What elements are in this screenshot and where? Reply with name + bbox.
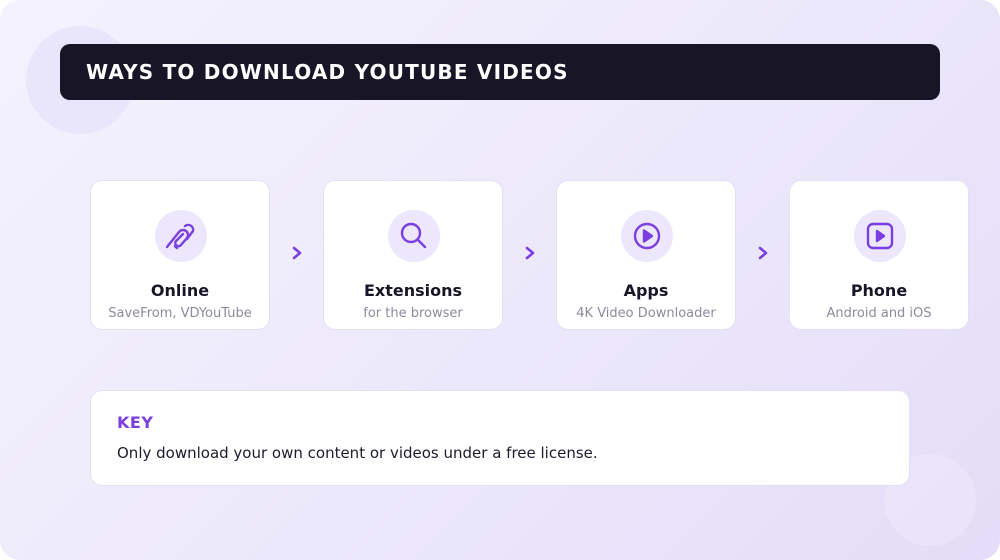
step-card-apps: Apps 4K Video Downloader <box>556 180 736 330</box>
key-note-card: KEY Only download your own content or vi… <box>90 390 910 486</box>
step-title: Extensions <box>363 281 463 300</box>
page-title: WAYS TO DOWNLOAD YOUTUBE VIDEOS <box>86 60 569 84</box>
search-icon <box>388 210 440 262</box>
chevron-right-icon <box>758 246 768 260</box>
link-icon <box>155 210 207 262</box>
play-square-icon <box>854 210 906 262</box>
step-card-phone: Phone Android and iOS <box>789 180 969 330</box>
step-card-extensions: Extensions for the browser <box>323 180 503 330</box>
chevron-right-icon <box>292 246 302 260</box>
key-text: Only download your own content or videos… <box>117 444 598 462</box>
step-subtitle: Android and iOS <box>826 306 932 321</box>
key-title: KEY <box>117 413 154 432</box>
diagram-canvas: WAYS TO DOWNLOAD YOUTUBE VIDEOS Online S… <box>0 0 1000 560</box>
step-title: Online <box>150 281 210 300</box>
step-subtitle: 4K Video Downloader <box>576 306 716 321</box>
step-card-online: Online SaveFrom, VDYouTube <box>90 180 270 330</box>
play-circle-icon <box>621 210 673 262</box>
step-title: Phone <box>850 281 908 300</box>
step-subtitle: SaveFrom, VDYouTube <box>108 306 252 321</box>
chevron-right-icon <box>525 246 535 260</box>
step-subtitle: for the browser <box>363 306 463 321</box>
step-title: Apps <box>623 281 669 300</box>
header-bar: WAYS TO DOWNLOAD YOUTUBE VIDEOS <box>60 44 940 100</box>
